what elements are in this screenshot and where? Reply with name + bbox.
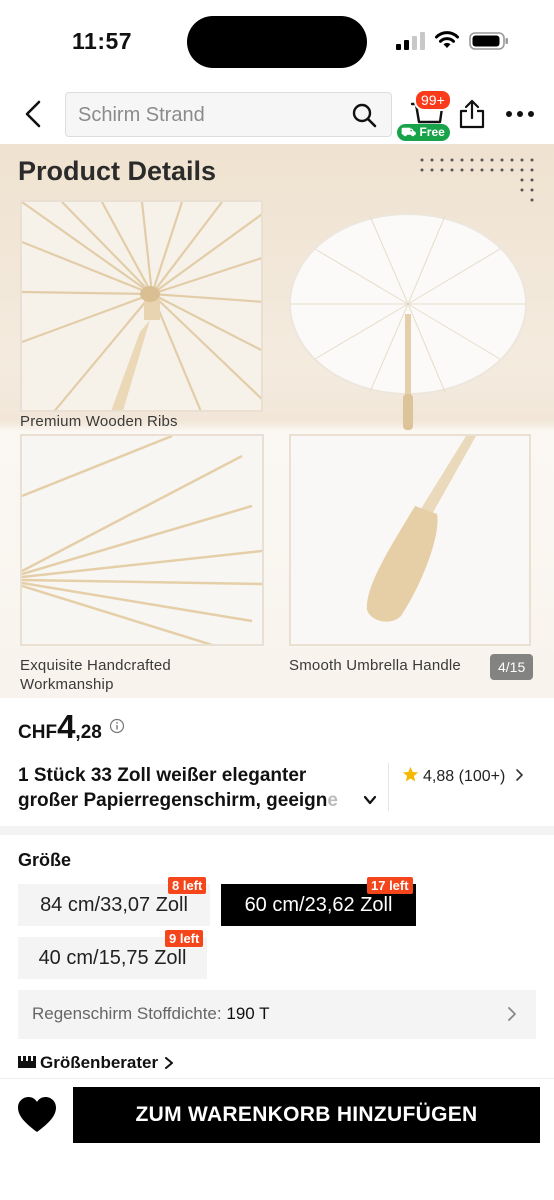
- image-umbrella-handle: [289, 434, 531, 646]
- fabric-density-row[interactable]: Regenschirm Stoffdichte: 190 T: [18, 990, 536, 1039]
- share-icon[interactable]: [458, 98, 486, 130]
- chevron-down-icon[interactable]: [362, 792, 378, 808]
- size-label: Größe: [18, 850, 72, 870]
- gallery-heading: Product Details: [18, 156, 217, 186]
- caption-handcrafted: Exquisite Handcrafted Workmanship: [20, 657, 171, 693]
- image-handcrafted: [20, 434, 264, 646]
- product-title-line2: großer Papierregenschirm, geeign: [18, 790, 328, 811]
- chevron-right-icon[interactable]: [513, 769, 525, 781]
- product-title-fade: e: [327, 790, 338, 811]
- product-image-gallery[interactable]: Product Details Premium Wooden Ribs Exqu…: [0, 144, 554, 698]
- info-icon[interactable]: [109, 718, 125, 734]
- chevron-right-icon: [165, 1057, 174, 1069]
- image-open-umbrella: [285, 204, 535, 444]
- price-integer: 4: [57, 708, 76, 745]
- image-pager: 4/15: [490, 654, 534, 680]
- density-label: Regenschirm Stoffdichte:: [32, 1004, 222, 1023]
- density-value: 190 T: [226, 1004, 270, 1023]
- stock-badge: 8 left: [168, 877, 207, 894]
- section-separator: [0, 826, 554, 835]
- search-icon[interactable]: [351, 102, 377, 128]
- chevron-right-icon[interactable]: [506, 1007, 518, 1021]
- size-guide-link[interactable]: Größenberater: [18, 1053, 174, 1073]
- size-guide-label: Größenberater: [40, 1053, 159, 1072]
- divider: [388, 763, 389, 811]
- product-title-line1: 1 Stück 33 Zoll weißer eleganter: [18, 765, 307, 786]
- back-arrow-icon[interactable]: [18, 98, 50, 130]
- status-bar: 11:57: [0, 0, 554, 84]
- battery-icon: [469, 32, 508, 50]
- heart-icon[interactable]: [17, 1096, 57, 1134]
- caption-umbrella-handle: Smooth Umbrella Handle: [289, 657, 461, 674]
- image-wooden-ribs: [20, 200, 263, 412]
- free-shipping-badge: ⛟ Free: [397, 124, 450, 141]
- stock-badge: 17 left: [367, 877, 413, 894]
- top-nav: Schirm Strand 99+ ⛟ Free: [0, 84, 554, 144]
- status-time: 11:57: [72, 28, 133, 54]
- cart-count-badge: 99+: [414, 89, 452, 111]
- search-field[interactable]: Schirm Strand: [65, 92, 392, 137]
- rating[interactable]: 4,88 (100+): [402, 766, 525, 786]
- caption-wooden-ribs: Premium Wooden Ribs: [20, 413, 178, 430]
- ruler-icon: [18, 1056, 36, 1068]
- add-to-cart-button[interactable]: ZUM WARENKORB HINZUFÜGEN: [73, 1087, 540, 1143]
- decorative-dots: [420, 158, 534, 202]
- star-icon: [402, 766, 419, 782]
- size-option-label: 40 cm/15,75 Zoll: [38, 947, 187, 969]
- search-input[interactable]: Schirm Strand: [78, 104, 205, 127]
- stock-badge: 9 left: [165, 930, 204, 947]
- rating-value: 4,88 (100+): [423, 768, 506, 785]
- more-icon[interactable]: [505, 104, 535, 124]
- product-title[interactable]: 1 Stück 33 Zoll weißer eleganter großer …: [18, 763, 368, 813]
- signal-icon: [396, 32, 425, 50]
- free-shipping-label: Free: [419, 125, 445, 139]
- price: CHF4,28: [18, 708, 125, 746]
- dynamic-island: [187, 16, 367, 68]
- bottom-bar-divider: [0, 1078, 554, 1079]
- price-currency: CHF: [18, 722, 58, 743]
- size-option-label: 60 cm/23,62 Zoll: [244, 894, 393, 916]
- size-option-label: 84 cm/33,07 Zoll: [40, 894, 188, 916]
- wifi-icon: [435, 31, 459, 48]
- price-decimal: ,28: [75, 722, 102, 743]
